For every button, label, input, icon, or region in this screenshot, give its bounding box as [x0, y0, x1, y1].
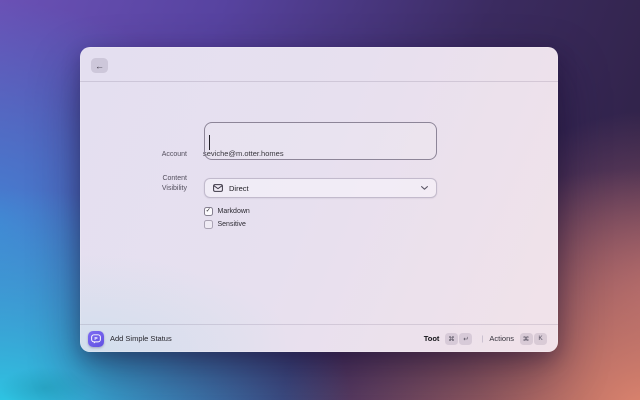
visibility-label: Visibility — [161, 185, 187, 192]
window-header: ← — [80, 47, 558, 82]
desktop-background: ← Account seviche@m.otter.homes Content … — [0, 0, 640, 400]
back-arrow-icon: ← — [95, 60, 104, 71]
markdown-checkbox[interactable]: ✓ — [204, 207, 213, 216]
compose-status-window: ← Account seviche@m.otter.homes Content … — [80, 47, 558, 352]
command-key-icon: ⌘ — [519, 332, 533, 345]
sensitive-checkbox[interactable] — [204, 220, 213, 229]
text-caret — [209, 135, 210, 150]
sensitive-checkbox-row[interactable]: Sensitive — [204, 220, 246, 229]
check-icon: ✓ — [205, 208, 211, 215]
back-button[interactable]: ← — [91, 58, 108, 73]
command-key-icon: ⌘ — [444, 332, 458, 345]
account-label: Account — [161, 151, 187, 158]
background-gradient-blob — [0, 358, 110, 400]
toot-button[interactable]: Toot — [424, 334, 440, 343]
actions-menu-button[interactable]: Actions — [489, 334, 514, 343]
command-title: Add Simple Status — [110, 334, 172, 343]
svg-text:P: P — [94, 336, 98, 342]
content-textarea[interactable] — [204, 122, 437, 160]
sensitive-checkbox-label: Sensitive — [217, 220, 246, 228]
markdown-checkbox-row[interactable]: ✓ Markdown — [204, 207, 250, 216]
visibility-dropdown[interactable]: Direct — [204, 178, 437, 198]
visibility-selected-value: Direct — [229, 183, 249, 193]
envelope-icon — [213, 184, 223, 192]
simple-status-app-icon: P — [88, 330, 104, 347]
content-label: Content — [162, 175, 187, 182]
footer-actions-divider: | — [481, 334, 484, 343]
markdown-checkbox-label: Markdown — [217, 207, 250, 215]
window-footer: P Add Simple Status Toot ⌘ ↵ | Actions ⌘… — [80, 324, 558, 352]
return-key-icon: ↵ — [459, 332, 473, 345]
k-key-icon: K — [534, 332, 547, 345]
chevron-down-icon — [421, 186, 428, 190]
